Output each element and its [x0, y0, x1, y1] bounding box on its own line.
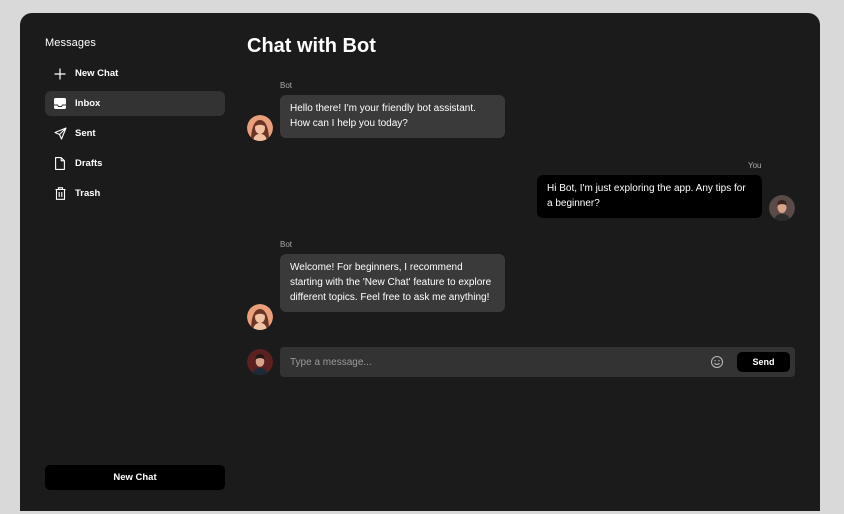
sidebar-item-trash[interactable]: Trash: [45, 181, 225, 206]
sidebar-nav: New Chat Inbox Sent Drafts Trash: [45, 61, 225, 211]
bot-message-bubble: Welcome! For beginners, I recommend star…: [280, 254, 505, 312]
message-composer: Send: [280, 347, 795, 377]
send-button[interactable]: Send: [737, 352, 790, 372]
sidebar: Messages New Chat Inbox Sent Drafts Tras…: [45, 13, 225, 514]
composer-user-avatar: [247, 349, 273, 375]
sidebar-title: Messages: [45, 37, 96, 49]
trash-icon: [53, 187, 67, 201]
message-input[interactable]: [290, 347, 700, 377]
user-message-bubble: Hi Bot, I'm just exploring the app. Any …: [537, 175, 762, 218]
message-sender: Bot: [280, 240, 293, 249]
plus-icon: [53, 67, 67, 81]
sidebar-item-label: Sent: [75, 128, 96, 139]
smiley-icon[interactable]: [710, 355, 724, 369]
message-sender: Bot: [280, 81, 293, 90]
bot-avatar-image: [247, 115, 273, 141]
bot-message-bubble: Hello there! I'm your friendly bot assis…: [280, 95, 505, 138]
sidebar-item-label: Trash: [75, 188, 101, 199]
new-chat-button[interactable]: New Chat: [45, 465, 225, 490]
sidebar-item-label: Inbox: [75, 98, 101, 109]
chat-panel: Chat with Bot Bot Hello there! I'm your …: [247, 13, 795, 514]
bot-avatar: [247, 115, 273, 141]
send-icon: [53, 127, 67, 141]
bot-avatar-image: [247, 304, 273, 330]
message-sender: You: [748, 161, 762, 170]
bot-avatar: [247, 304, 273, 330]
user-avatar: [769, 195, 795, 221]
sidebar-item-new-chat[interactable]: New Chat: [45, 61, 225, 86]
user-avatar-image: [769, 195, 795, 221]
inbox-icon: [53, 97, 67, 111]
app-window: Messages New Chat Inbox Sent Drafts Tras…: [20, 13, 820, 514]
file-icon: [53, 157, 67, 171]
sidebar-item-inbox[interactable]: Inbox: [45, 91, 225, 116]
sidebar-item-label: New Chat: [75, 68, 119, 79]
page-title: Chat with Bot: [247, 35, 376, 57]
sidebar-item-sent[interactable]: Sent: [45, 121, 225, 146]
sidebar-item-label: Drafts: [75, 158, 103, 169]
sidebar-item-drafts[interactable]: Drafts: [45, 151, 225, 176]
user-avatar-image: [247, 349, 273, 375]
